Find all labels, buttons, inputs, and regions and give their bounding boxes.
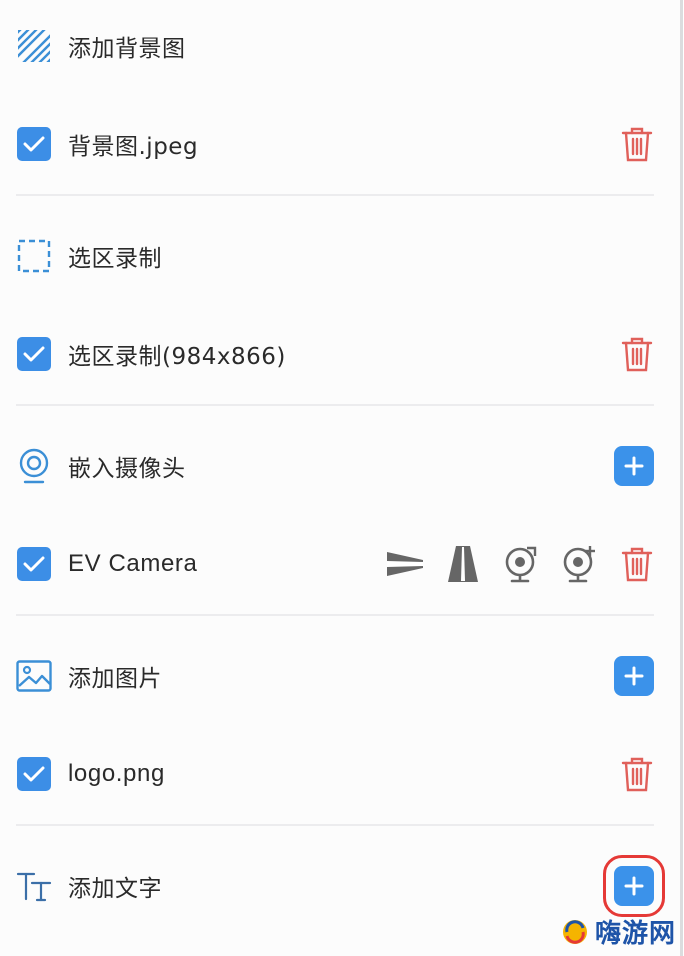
logo-checkbox[interactable] — [16, 756, 52, 792]
embed-webcam-row: 嵌入摄像头 — [0, 414, 680, 518]
region-record-row[interactable]: 选区录制 — [0, 204, 680, 308]
plus-icon — [624, 666, 644, 686]
add-background-label: 添加背景图 — [68, 36, 186, 62]
hatched-square-icon — [16, 28, 52, 64]
delete-logo-button[interactable] — [620, 755, 654, 793]
dashed-selection-icon — [16, 238, 52, 274]
add-text-label: 添加文字 — [68, 876, 162, 902]
camera-item-row: EV Camera — [0, 512, 680, 616]
plus-icon — [624, 876, 644, 896]
add-webcam-button[interactable] — [614, 446, 654, 486]
trash-icon — [621, 547, 653, 582]
delete-region-button[interactable] — [620, 335, 654, 373]
trash-icon — [621, 337, 653, 372]
layers-panel: 添加背景图 背景图.jpeg 选区录制 选区录制(984x866) 嵌入摄像头 … — [0, 0, 683, 956]
add-image-row: 添加图片 — [0, 624, 680, 728]
checkmark-icon — [23, 136, 45, 152]
rotate-camera-icon[interactable] — [502, 545, 540, 583]
trash-icon — [621, 127, 653, 162]
add-image-button[interactable] — [614, 656, 654, 696]
region-item-label: 选区录制(984x866) — [68, 344, 286, 370]
background-file-label: 背景图.jpeg — [68, 134, 199, 160]
background-checkbox[interactable] — [16, 126, 52, 162]
camera-checkbox[interactable] — [16, 546, 52, 582]
region-item-row: 选区录制(984x866) — [0, 302, 680, 406]
watermark-text: 嗨游网 — [594, 919, 676, 949]
add-background-row[interactable]: 添加背景图 — [0, 0, 680, 98]
text-tool-icon — [16, 868, 52, 904]
region-record-label: 选区录制 — [68, 246, 162, 272]
camera-item-label: EV Camera — [68, 550, 198, 577]
embed-webcam-label: 嵌入摄像头 — [68, 456, 186, 482]
camera-settings-icon[interactable] — [560, 545, 598, 583]
trash-icon — [621, 757, 653, 792]
webcam-icon — [16, 448, 52, 484]
region-checkbox[interactable] — [16, 336, 52, 372]
watermark-logo-icon — [562, 919, 587, 944]
logo-item-row: logo.png — [0, 722, 680, 826]
delete-camera-button[interactable] — [620, 545, 654, 583]
delete-background-button[interactable] — [620, 125, 654, 163]
flip-horizontal-icon[interactable] — [386, 545, 424, 583]
flip-vertical-icon[interactable] — [444, 545, 482, 583]
checkmark-icon — [23, 766, 45, 782]
background-file-row: 背景图.jpeg — [0, 92, 680, 196]
checkmark-icon — [23, 346, 45, 362]
image-icon — [16, 658, 52, 694]
logo-item-label: logo.png — [68, 760, 165, 787]
plus-icon — [624, 456, 644, 476]
checkmark-icon — [23, 556, 45, 572]
add-image-label: 添加图片 — [68, 666, 162, 692]
watermark: 嗨游网 — [561, 913, 676, 950]
camera-tools — [386, 545, 598, 583]
add-text-button[interactable] — [603, 855, 665, 917]
